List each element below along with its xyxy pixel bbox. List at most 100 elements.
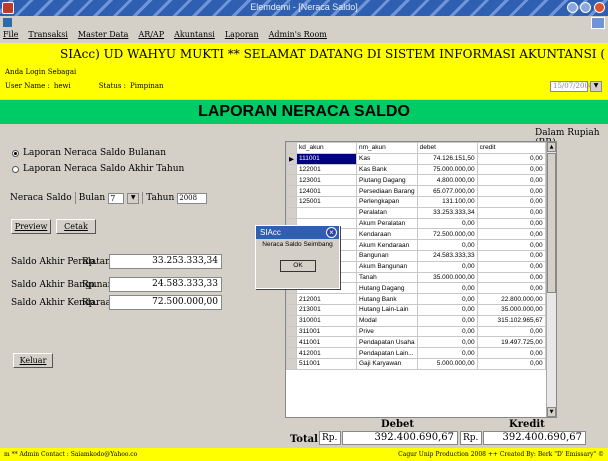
month-select[interactable]: 7 xyxy=(108,192,125,204)
table-row[interactable]: 511001 Gaji Karyawan 5.000.000,00 0,00 xyxy=(286,357,546,370)
cell-debet[interactable]: 0,00 xyxy=(416,314,478,327)
cell-debet[interactable]: 0,00 xyxy=(416,303,478,316)
cell-credit[interactable]: 315.102.965,67 xyxy=(476,314,546,327)
cell-nm-akun[interactable]: Kendaraan xyxy=(356,228,418,241)
table-row[interactable]: 311001 Prive 0,00 0,00 xyxy=(286,325,546,338)
cell-credit[interactable]: 0,00 xyxy=(476,249,546,262)
child-window-icon[interactable] xyxy=(3,18,12,27)
cell-debet[interactable]: 0,00 xyxy=(416,325,478,338)
cell-kd-akun[interactable]: 310001 xyxy=(296,314,357,327)
cell-nm-akun[interactable]: Kas xyxy=(356,152,418,165)
cell-credit[interactable]: 22.800.000,00 xyxy=(476,293,546,305)
cell-credit[interactable]: 0,00 xyxy=(476,325,546,338)
cell-nm-akun[interactable]: Modal xyxy=(356,314,418,327)
cell-kd-akun[interactable] xyxy=(296,206,357,219)
row-indicator[interactable] xyxy=(286,293,297,305)
row-indicator[interactable] xyxy=(286,303,297,316)
window-titlebar[interactable]: Elemdemi - [Neraca Saldo] xyxy=(0,0,608,16)
cell-kd-akun[interactable]: 411001 xyxy=(296,336,357,349)
total-debet-value[interactable]: 392.400.690,67 xyxy=(342,431,458,445)
menu-laporan[interactable]: Laporan xyxy=(225,30,259,43)
cell-nm-akun[interactable]: Gaji Karyawan xyxy=(356,357,418,370)
cell-debet[interactable]: 35.000.000,00 xyxy=(416,271,478,284)
cell-credit[interactable]: 35.000.000,00 xyxy=(476,303,546,316)
menu-transaksi[interactable]: Transaksi xyxy=(28,30,67,43)
cell-credit[interactable]: 0,00 xyxy=(476,163,546,176)
row-pointer-icon[interactable]: ▶ xyxy=(286,152,297,165)
cell-nm-akun[interactable]: Hutang Dagang xyxy=(356,282,418,295)
cell-debet[interactable]: 24.583.333,33 xyxy=(416,249,478,262)
cell-credit[interactable]: 0,00 xyxy=(476,239,546,251)
cell-credit[interactable]: 19.497.725,00 xyxy=(476,336,546,349)
row-indicator[interactable] xyxy=(286,347,297,359)
table-row[interactable]: 411001 Pendapatan Usaha 0,00 19.497.725,00 xyxy=(286,336,546,349)
exit-button[interactable]: Keluar xyxy=(13,353,53,368)
row-indicator[interactable] xyxy=(286,185,297,197)
cell-debet[interactable]: 0,00 xyxy=(416,217,478,230)
cell-debet[interactable]: 0,00 xyxy=(416,260,478,273)
cell-debet[interactable]: 5.000.000,00 xyxy=(416,357,478,370)
col-nm-akun[interactable]: nm_akun xyxy=(356,142,418,154)
col-kd-akun[interactable]: kd_akun xyxy=(296,142,357,154)
cell-nm-akun[interactable]: Tanah xyxy=(356,271,418,284)
cell-nm-akun[interactable]: Hutang Lain-Lain xyxy=(356,303,418,316)
cell-nm-akun[interactable]: Peralatan xyxy=(356,206,418,219)
total-kredit-value[interactable]: 392.400.690,67 xyxy=(483,431,586,445)
minimize-button[interactable] xyxy=(567,2,578,13)
cell-debet[interactable]: 0,00 xyxy=(416,336,478,349)
saldo-peralatan-value[interactable]: 33.253.333,34 xyxy=(109,254,222,269)
child-restore-button[interactable] xyxy=(591,17,605,29)
row-indicator[interactable] xyxy=(286,163,297,176)
table-row[interactable]: 212001 Hutang Bank 0,00 22.800.000,00 xyxy=(286,293,546,305)
row-indicator[interactable] xyxy=(286,336,297,349)
cell-kd-akun[interactable]: 125001 xyxy=(296,195,357,208)
cell-kd-akun[interactable]: 123001 xyxy=(296,174,357,187)
col-credit[interactable]: credit xyxy=(476,142,546,154)
col-debet[interactable]: debet xyxy=(416,142,478,154)
cell-nm-akun[interactable]: Hutang Bank xyxy=(356,293,418,305)
cell-nm-akun[interactable]: Piutang Dagang xyxy=(356,174,418,187)
cell-debet[interactable]: 131.100,00 xyxy=(416,195,478,208)
table-row[interactable]: 310001 Modal 0,00 315.102.965,67 xyxy=(286,314,546,327)
cell-kd-akun[interactable]: 412001 xyxy=(296,347,357,359)
row-indicator[interactable] xyxy=(286,325,297,338)
preview-button[interactable]: Preview xyxy=(11,219,51,234)
menu-admins-room[interactable]: Admin's Room xyxy=(269,30,327,43)
scroll-thumb[interactable] xyxy=(547,153,556,293)
cell-debet[interactable]: 0,00 xyxy=(416,239,478,251)
cell-credit[interactable]: 0,00 xyxy=(476,282,546,295)
menu-ar-ap[interactable]: AR/AP xyxy=(138,30,164,43)
cell-nm-akun[interactable]: Prive xyxy=(356,325,418,338)
table-row[interactable]: 412001 Pendapatan Lain... 0,00 0,00 xyxy=(286,347,546,359)
table-row[interactable]: 123001 Piutang Dagang 4.800.000,00 0,00 xyxy=(286,174,546,187)
row-indicator[interactable] xyxy=(286,357,297,370)
cell-debet[interactable]: 33.253.333,34 xyxy=(416,206,478,219)
cell-kd-akun[interactable]: 212001 xyxy=(296,293,357,305)
cell-nm-akun[interactable]: Akum Kendaraan xyxy=(356,239,418,251)
cell-credit[interactable]: 0,00 xyxy=(476,357,546,370)
cell-nm-akun[interactable]: Akum Bangunan xyxy=(356,260,418,273)
cell-debet[interactable]: 72.500.000,00 xyxy=(416,228,478,241)
cell-nm-akun[interactable]: Akum Peralatan xyxy=(356,217,418,230)
cell-debet[interactable]: 4.800.000,00 xyxy=(416,174,478,187)
row-indicator[interactable] xyxy=(286,314,297,327)
date-field[interactable]: 15/07/2008 xyxy=(550,81,593,92)
grid-scrollbar[interactable]: ▲ ▼ xyxy=(546,142,556,417)
table-row[interactable]: 124001 Persediaan Barang 65.077.000,00 0,00 xyxy=(286,185,546,197)
menu-akuntansi[interactable]: Akuntansi xyxy=(174,30,215,43)
dialog-ok-button[interactable]: OK xyxy=(280,260,316,272)
cell-kd-akun[interactable]: 124001 xyxy=(296,185,357,197)
cell-kd-akun[interactable]: 311001 xyxy=(296,325,357,338)
cell-debet[interactable]: 75.000.000,00 xyxy=(416,163,478,176)
cell-nm-akun[interactable]: Pendapatan Usaha xyxy=(356,336,418,349)
scroll-down-icon[interactable]: ▼ xyxy=(547,407,556,417)
cell-debet[interactable]: 65.077.000,00 xyxy=(416,185,478,197)
radio-monthly-dot[interactable] xyxy=(12,149,19,157)
cell-credit[interactable]: 0,00 xyxy=(476,174,546,187)
month-dropdown-icon[interactable]: ▼ xyxy=(127,192,140,204)
table-row[interactable]: 213001 Hutang Lain-Lain 0,00 35.000.000,00 xyxy=(286,303,546,316)
cell-credit[interactable]: 0,00 xyxy=(476,260,546,273)
table-row[interactable]: ▶ 111001 Kas 74.126.151,50 0,00 xyxy=(286,152,546,165)
cell-credit[interactable]: 0,00 xyxy=(476,185,546,197)
radio-monthly[interactable]: Laporan Neraca Saldo Bulanan xyxy=(12,148,166,158)
